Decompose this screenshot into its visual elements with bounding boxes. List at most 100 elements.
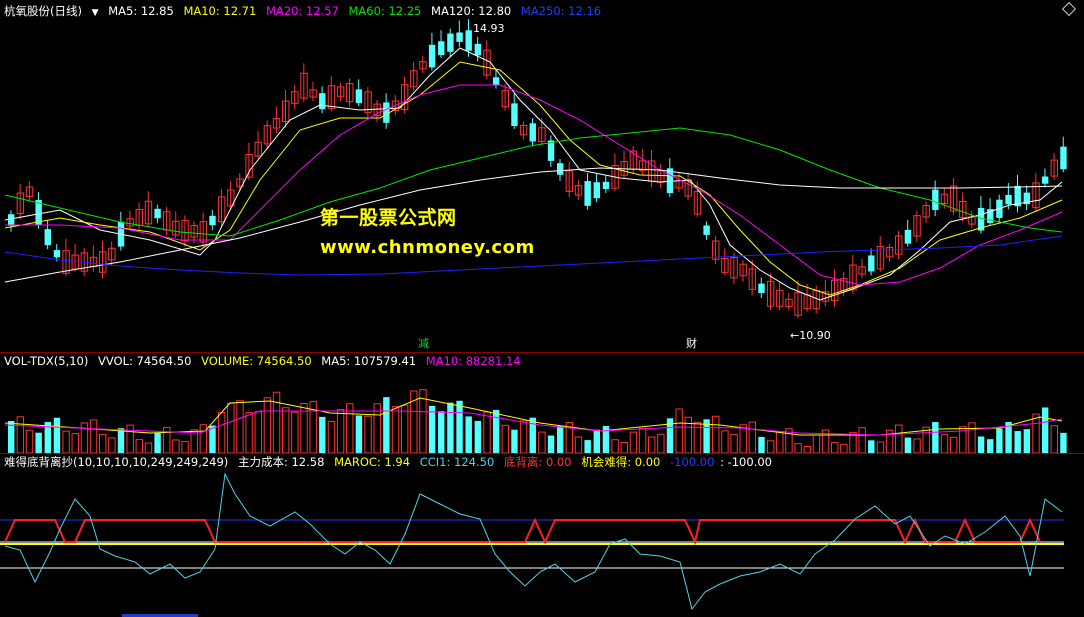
ma5-line: [4, 47, 1063, 301]
ma10-line: [4, 61, 1063, 296]
volume-bar: [876, 441, 885, 453]
volume-bar: [620, 442, 628, 453]
volume-bar: [172, 439, 180, 453]
volume-indicator-name[interactable]: VOL-TDX(5,10): [4, 354, 88, 368]
candle-body: [456, 32, 463, 42]
volume-bar: [291, 411, 299, 453]
volume-bar: [940, 434, 949, 453]
reduce-holding-marker[interactable]: 减: [418, 335, 429, 351]
volume-bar: [794, 443, 802, 453]
candle-body: [1060, 146, 1067, 170]
volume-bar: [739, 424, 747, 453]
volume-bar: [474, 420, 482, 453]
vol-ma5-value: MA5: 107579.41: [321, 354, 417, 368]
volume-bar: [319, 416, 326, 453]
volume-bar: [465, 416, 472, 453]
volume-bar: [25, 429, 34, 453]
vol-ma10-value: MA10: 88281.14: [425, 354, 521, 368]
candle-body: [557, 163, 564, 175]
indicator-name[interactable]: 难得底背离抄(10,10,10,10,249,249,249): [4, 455, 228, 469]
volume-bar: [272, 391, 281, 453]
bottom-divergence-value: 底背离: 0.00: [503, 455, 572, 469]
volume-bar: [730, 433, 738, 453]
volume-bar: [547, 435, 555, 453]
volume-bar: [53, 417, 61, 453]
maroc-value: MAROC: 1.94: [334, 455, 411, 469]
volume-bar: [519, 420, 528, 453]
volume-bar: [108, 437, 116, 453]
candle-body: [703, 225, 710, 235]
volume-bar: [766, 440, 775, 453]
candle-body: [428, 44, 436, 68]
volume-bar: [629, 431, 638, 453]
volume-bar: [858, 427, 866, 453]
minus-label: -100.00: [670, 455, 715, 469]
volume-bar: [977, 436, 985, 453]
volume-bar: [391, 406, 400, 453]
bottom-divergence-line: [4, 517, 1041, 546]
candle-body: [447, 33, 454, 52]
volume-bar: [712, 415, 720, 453]
volume-bar: [611, 439, 619, 453]
volume-bar: [849, 432, 857, 453]
volume-bar: [1050, 425, 1058, 453]
volume-bar: [904, 437, 912, 453]
volume-bar: [327, 420, 336, 453]
volume-bar: [181, 440, 189, 453]
candle-body: [492, 77, 500, 85]
candle-body: [8, 214, 15, 226]
kline-header: 杭氧股份(日线) ▼ MA5: 12.85 MA10: 12.71 MA20: …: [4, 3, 1084, 19]
candle-body: [355, 89, 363, 104]
volume-bar: [831, 442, 839, 453]
volume-bar: [868, 440, 875, 453]
volume-bar: [987, 439, 994, 453]
volume-bar: [35, 432, 42, 453]
volume-bar: [80, 422, 89, 453]
candle-body: [868, 255, 875, 272]
volume-bar: [584, 440, 591, 453]
candle-body: [209, 215, 216, 226]
kline-pane[interactable]: 杭氧股份(日线) ▼ MA5: 12.85 MA10: 12.71 MA20: …: [0, 0, 1084, 352]
volume-bar: [282, 407, 290, 453]
volume-bar: [428, 405, 436, 453]
ma10-value: MA10: 12.71: [183, 4, 257, 18]
volume-bar: [217, 411, 226, 453]
indicator-header: 难得底背离抄(10,10,10,10,249,249,249) 主力成本: 12…: [4, 454, 1084, 470]
volume-bar: [71, 433, 79, 453]
volume-bar: [1023, 429, 1031, 453]
candle-body: [44, 229, 51, 246]
volume-bar: [913, 438, 921, 453]
candle-body: [602, 181, 610, 190]
volume-value: VOLUME: 74564.50: [201, 354, 312, 368]
volume-bar: [557, 425, 564, 453]
volume-bar: [1032, 413, 1040, 453]
candle-body: [584, 181, 591, 206]
volume-bar: [1014, 431, 1021, 453]
volume-bar: [263, 397, 272, 453]
kline-chart[interactable]: [0, 0, 1084, 352]
volume-bar: [492, 409, 500, 453]
stock-name[interactable]: 杭氧股份(日线): [4, 4, 82, 18]
volume-bar: [657, 433, 665, 453]
volume-bar: [447, 402, 454, 453]
volume-pane[interactable]: VOL-TDX(5,10) VVOL: 74564.50 VOLUME: 745…: [0, 353, 1084, 453]
volume-bar: [812, 434, 821, 453]
candle-body: [1041, 176, 1049, 184]
candle-body: [511, 103, 518, 126]
volume-bar: [117, 428, 125, 453]
indicator-chart[interactable]: [0, 454, 1084, 617]
volume-header: VOL-TDX(5,10) VVOL: 74564.50 VOLUME: 745…: [4, 353, 1084, 369]
collapse-icon[interactable]: ▼: [92, 8, 99, 18]
volume-bar: [501, 424, 510, 453]
volume-bar: [154, 432, 161, 453]
volume-bar: [254, 411, 262, 453]
candle-body: [53, 250, 61, 258]
finance-report-marker[interactable]: 财: [686, 335, 697, 351]
volume-bar: [895, 424, 903, 453]
candle-body: [529, 123, 536, 142]
volume-bar: [364, 415, 372, 453]
volume-bar: [968, 422, 976, 453]
volume-bar: [245, 412, 253, 453]
indicator-pane[interactable]: 难得底背离抄(10,10,10,10,249,249,249) 主力成本: 12…: [0, 454, 1084, 617]
volume-bar: [99, 433, 107, 453]
